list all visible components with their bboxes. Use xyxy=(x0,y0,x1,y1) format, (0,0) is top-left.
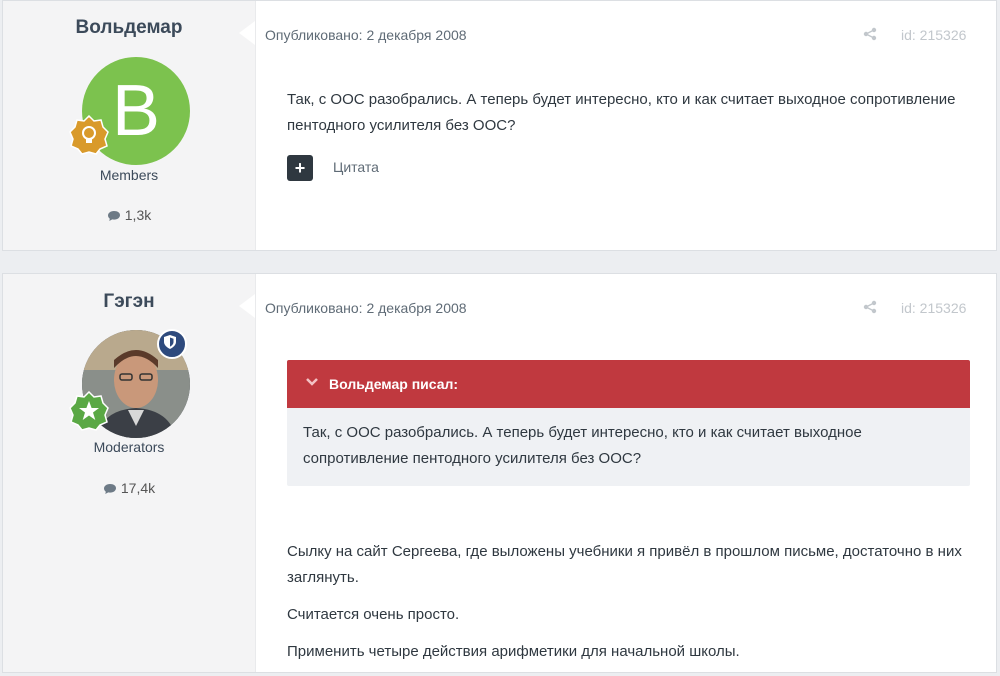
star-badge-icon xyxy=(69,391,109,431)
post-count: 1,3k xyxy=(3,207,255,223)
paragraph: Считается очень просто. xyxy=(287,606,460,623)
quote-header[interactable]: Вольдемар писал: xyxy=(287,360,970,408)
author-panel: Гэгэн Moderators 17,4k xyxy=(3,274,256,672)
author-panel: Вольдемар В Members 1,3k xyxy=(3,1,256,250)
post: Вольдемар В Members 1,3k Опубликовано: 2… xyxy=(2,0,997,251)
quote-author: Вольдемар писал: xyxy=(329,376,459,392)
post-count: 17,4k xyxy=(3,480,255,496)
post-id[interactable]: id: 215326 xyxy=(901,27,966,43)
lightbulb-badge-icon xyxy=(69,115,109,155)
quote-text: Так, с ООС разобрались. А теперь будет и… xyxy=(303,424,862,467)
paragraph: Применить четыре действия арифметики для… xyxy=(287,643,740,660)
chevron-down-icon[interactable] xyxy=(305,377,319,387)
user-group: Members xyxy=(99,167,159,183)
post-id[interactable]: id: 215326 xyxy=(901,300,966,316)
author-name-link[interactable]: Гэгэн xyxy=(3,291,255,313)
speech-arrow xyxy=(239,294,255,318)
user-group: Moderators xyxy=(93,439,165,455)
chat-bubble-icon xyxy=(103,484,116,494)
post-content: Так, с ООС разобрались. А теперь будет и… xyxy=(287,91,956,134)
quote-add-button[interactable]: + xyxy=(287,155,313,181)
paragraph: Сылку на сайт Сергеева, где выложены уче… xyxy=(287,543,962,586)
shield-icon xyxy=(164,335,176,349)
share-icon[interactable] xyxy=(863,27,877,41)
post-content: Сылку на сайт Сергеева, где выложены уче… xyxy=(287,539,970,676)
author-name-link[interactable]: Вольдемар xyxy=(3,17,255,39)
speech-arrow xyxy=(239,21,255,45)
moderator-badge xyxy=(157,329,187,359)
blockquote: Вольдемар писал: Так, с ООС разобрались.… xyxy=(287,360,970,486)
share-icon[interactable] xyxy=(863,300,877,314)
post-date[interactable]: Опубликовано: 2 декабря 2008 xyxy=(265,27,467,43)
post-date[interactable]: Опубликовано: 2 декабря 2008 xyxy=(265,300,467,316)
chat-bubble-icon xyxy=(107,211,120,221)
post-count-value: 1,3k xyxy=(124,207,152,223)
quote-button[interactable]: Цитата xyxy=(333,159,379,175)
post: Гэгэн Moderators 17,4k Опубликовано: 2 д… xyxy=(2,273,997,673)
post-count-value: 17,4k xyxy=(120,480,156,496)
